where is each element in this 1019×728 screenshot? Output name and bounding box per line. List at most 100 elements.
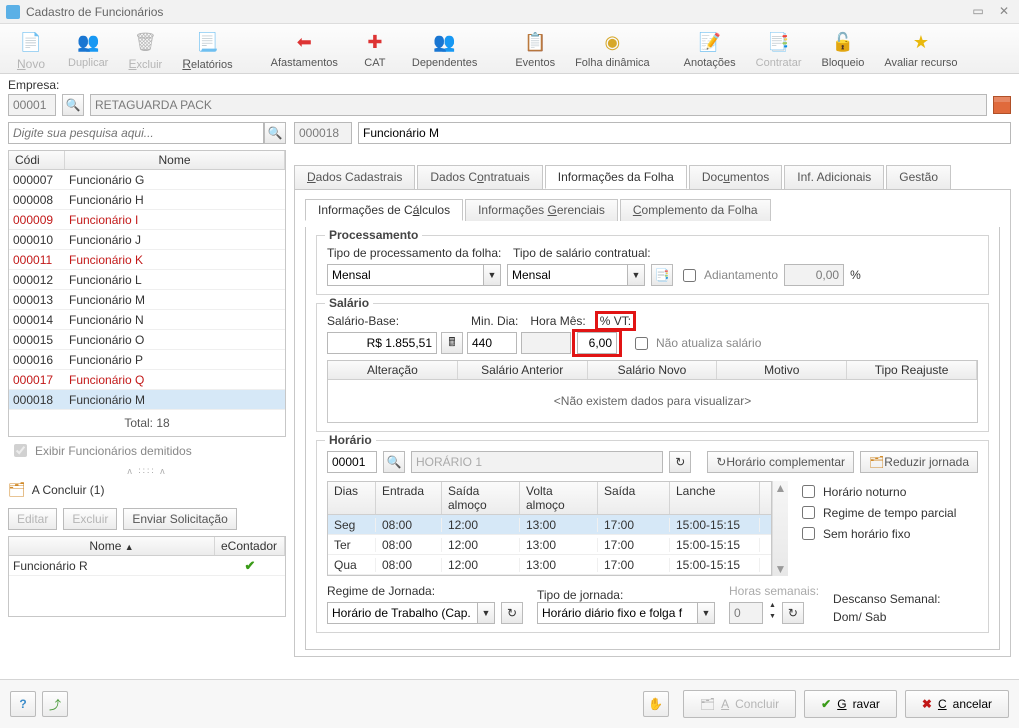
anotacoes-button[interactable]: 📝Anotações (674, 24, 746, 73)
table-row[interactable]: 000008Funcionário H (9, 190, 285, 210)
table-row[interactable]: 000013Funcionário M (9, 290, 285, 310)
col-header[interactable]: Salário Anterior (458, 361, 588, 379)
search-input[interactable] (8, 122, 264, 144)
table-row[interactable]: 000015Funcionário O (9, 330, 285, 350)
folha-dinamica-button[interactable]: ◉Folha dinâmica (565, 24, 660, 73)
col-codigo[interactable]: Códi (9, 151, 65, 169)
calendar-icon[interactable] (993, 96, 1011, 114)
afastamentos-button[interactable]: ⬅Afastamentos (261, 24, 348, 73)
tipo-jornada-combo[interactable] (537, 602, 697, 624)
table-row[interactable]: Qua08:0012:0013:0017:0015:00-15:15 (328, 555, 771, 575)
cat-button[interactable]: ✚CAT (348, 24, 402, 73)
fieldset-processamento: Processamento Tipo de processamento da f… (316, 235, 989, 295)
tipo-sal-combo[interactable] (507, 264, 627, 286)
chk-semfixo[interactable] (802, 527, 815, 540)
table-row[interactable]: Ter08:0012:0013:0017:0015:00-15:15 (328, 535, 771, 555)
col-header[interactable]: Alteração (328, 361, 458, 379)
chk-adiantamento[interactable] (683, 269, 696, 282)
chevron-down-icon[interactable]: ▼ (483, 264, 501, 286)
regime-combo[interactable] (327, 602, 477, 624)
minimize-icon[interactable]: ▭ (969, 4, 987, 20)
spin-down-icon[interactable]: ▼ (769, 613, 776, 624)
tipo-proc-combo[interactable] (327, 264, 483, 286)
a-concluir-button[interactable]: 🗂 A Concluir (683, 690, 796, 718)
gravar-button[interactable]: ✔ Gravar (804, 690, 897, 718)
horario-code[interactable] (327, 451, 377, 473)
table-row[interactable]: 000010Funcionário J (9, 230, 285, 250)
tab-gestao[interactable]: Gestão (886, 165, 951, 189)
refresh-icon[interactable]: ↻ (669, 451, 691, 473)
col-header[interactable]: Lanche (670, 482, 760, 514)
empresa-search-icon[interactable]: 🔍 (62, 94, 84, 116)
salario-base-input[interactable] (327, 332, 437, 354)
collapse-handle[interactable]: ᴧ ∶∶∶∶ ᴧ (8, 464, 286, 479)
subtab-calculos[interactable]: Informações de Cálculos (305, 199, 463, 221)
chk-nao-atualiza[interactable] (635, 337, 648, 350)
table-row[interactable]: 000014Funcionário N (9, 310, 285, 330)
col-header[interactable]: Volta almoço (520, 482, 598, 514)
func-name[interactable] (358, 122, 1011, 144)
chk-parcial[interactable] (802, 506, 815, 519)
horario-complementar-button[interactable]: ↻ Horário complementar (707, 451, 854, 473)
table-row[interactable]: 000007Funcionário G (9, 170, 285, 190)
col-header[interactable]: Dias (328, 482, 376, 514)
reduzir-jornada-button[interactable]: 🗂 Reduzir jornada (860, 451, 978, 473)
tab-info-folha[interactable]: Informações da Folha (545, 165, 687, 189)
chevron-down-icon[interactable]: ▼ (697, 602, 715, 624)
col-nome-pend[interactable]: Nome ▲ (9, 537, 215, 555)
table-row[interactable]: 000017Funcionário Q (9, 370, 285, 390)
calc-icon[interactable]: 🖩 (441, 332, 463, 354)
pending-row[interactable]: Funcionário R ✔ (9, 556, 285, 576)
col-header[interactable]: Motivo (717, 361, 847, 379)
chk-noturno[interactable] (802, 485, 815, 498)
min-dia-input[interactable] (467, 332, 517, 354)
spin-up-icon[interactable]: ▲ (769, 602, 776, 613)
col-header[interactable]: Salário Novo (588, 361, 718, 379)
table-row[interactable]: 000009Funcionário I (9, 210, 285, 230)
editar-button[interactable]: Editar (8, 508, 57, 530)
chevron-down-icon[interactable]: ▼ (477, 602, 495, 624)
bloqueio-button[interactable]: 🔓Bloqueio (812, 24, 875, 73)
relatorios-button[interactable]: 📃Relatórios (172, 24, 242, 73)
tab-documentos[interactable]: Documentos (689, 165, 782, 189)
excluir-button[interactable]: 🗑Excluir (118, 24, 172, 73)
scrollbar[interactable]: ▲▼ (772, 481, 788, 576)
enviar-button[interactable]: Enviar Solicitação (123, 508, 236, 530)
dependentes-button[interactable]: 👥Dependentes (402, 24, 487, 73)
subtab-gerenciais[interactable]: Informações Gerenciais (465, 199, 618, 221)
col-nome[interactable]: Nome (65, 151, 285, 169)
table-row[interactable]: 000018Funcionário M (9, 390, 285, 410)
export-button[interactable]: ⤴ (42, 691, 68, 717)
table-row[interactable]: 000016Funcionário P (9, 350, 285, 370)
novo-button[interactable]: 📄Novo (4, 24, 58, 73)
refresh-icon[interactable]: ↻ (782, 602, 804, 624)
help-button[interactable]: ? (10, 691, 36, 717)
duplicar-button[interactable]: 👥Duplicar (58, 24, 118, 73)
eventos-button[interactable]: 📋Eventos (505, 24, 565, 73)
col-header[interactable]: Saída (598, 482, 670, 514)
subtab-complemento[interactable]: Complemento da Folha (620, 199, 771, 221)
tab-dados-cadastrais[interactable]: Dados Cadastrais (294, 165, 415, 189)
close-icon[interactable]: ✕ (995, 4, 1013, 20)
add-icon[interactable]: 📑 (651, 264, 673, 286)
col-header[interactable]: Saída almoço (442, 482, 520, 514)
table-row[interactable]: 000012Funcionário L (9, 270, 285, 290)
search-icon[interactable]: 🔍 (264, 122, 286, 144)
attach-button[interactable]: ✋ (643, 691, 669, 717)
app-icon (6, 5, 20, 19)
contratar-button[interactable]: 📑Contratar (746, 24, 812, 73)
cancelar-button[interactable]: ✖ Cancelar (905, 690, 1009, 718)
refresh-icon[interactable]: ↻ (501, 602, 523, 624)
col-header[interactable]: Tipo Reajuste (847, 361, 977, 379)
tab-dados-contratuais[interactable]: Dados Contratuais (417, 165, 542, 189)
table-row[interactable]: Seg08:0012:0013:0017:0015:00-15:15 (328, 515, 771, 535)
search-icon[interactable]: 🔍 (383, 451, 405, 473)
col-econtador[interactable]: eContador (215, 537, 285, 555)
excluir-pend-button[interactable]: Excluir (63, 508, 117, 530)
chevron-down-icon[interactable]: ▼ (627, 264, 645, 286)
vt-input[interactable] (577, 332, 617, 354)
tab-inf-adicionais[interactable]: Inf. Adicionais (784, 165, 884, 189)
col-header[interactable]: Entrada (376, 482, 442, 514)
table-row[interactable]: 000011Funcionário K (9, 250, 285, 270)
avaliar-button[interactable]: ★Avaliar recurso (874, 24, 967, 73)
